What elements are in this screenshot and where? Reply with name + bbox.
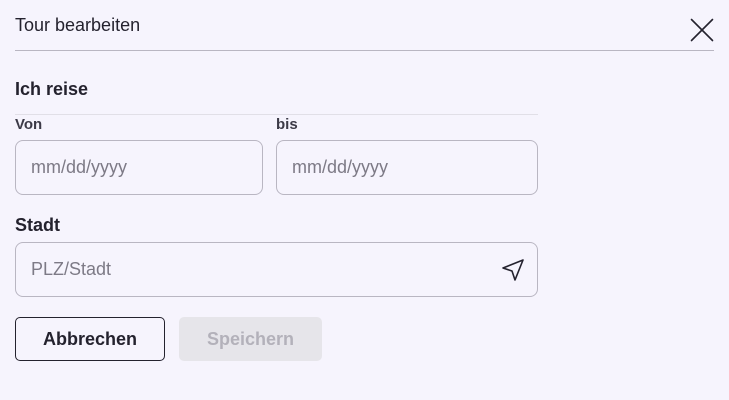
travel-section-heading: Ich reise [15,79,89,99]
from-date-label: Von [15,116,43,133]
dialog-header: Tour bearbeiten [15,0,714,51]
cancel-button[interactable]: Abbrechen [15,317,165,361]
from-date-input[interactable] [15,140,263,195]
city-label: Stadt [15,215,60,235]
section-divider [15,114,538,115]
edit-tour-dialog: Tour bearbeiten Ich reise Von bis Stadt … [0,0,729,400]
locate-button[interactable] [500,257,526,283]
close-icon [690,18,714,42]
close-button[interactable] [690,18,714,42]
to-date-input[interactable] [276,140,538,195]
navigation-arrow-icon [502,259,524,281]
to-date-label: bis [276,116,298,133]
dialog-title: Tour bearbeiten [15,15,141,35]
save-button[interactable]: Speichern [179,317,322,361]
city-input[interactable] [15,242,538,297]
